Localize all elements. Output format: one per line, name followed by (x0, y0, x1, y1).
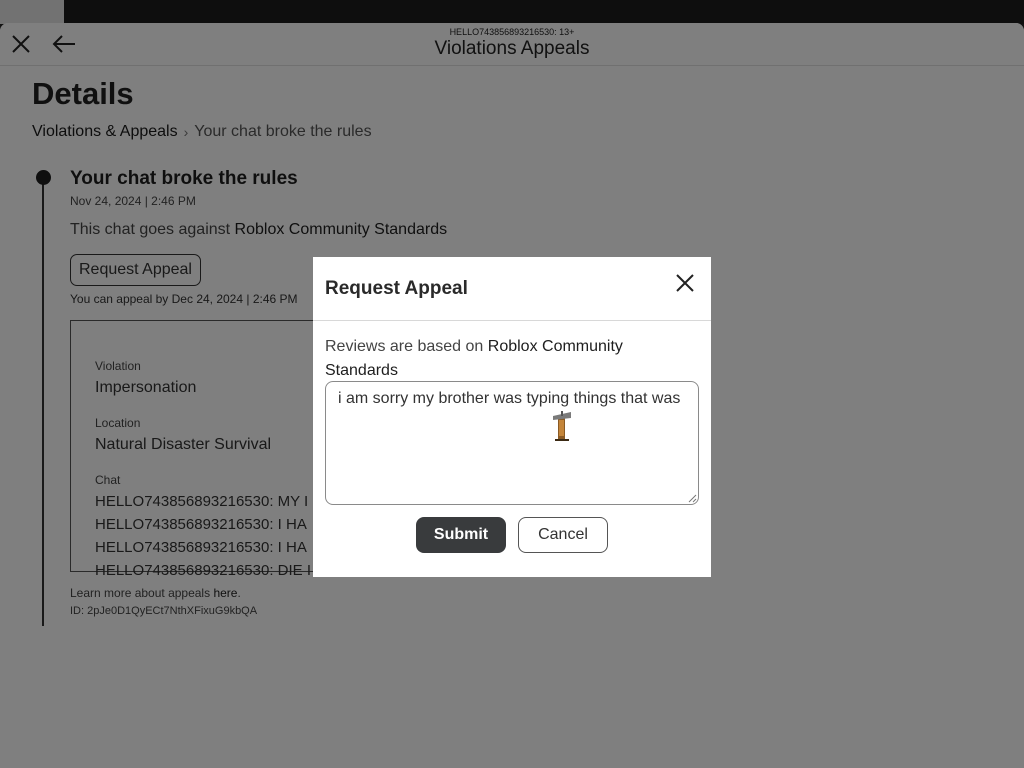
dialog-note: Reviews are based on Roblox Community St… (325, 335, 695, 383)
dialog-note-text: Reviews are based on (325, 338, 488, 355)
dialog-header: Request Appeal (313, 257, 711, 321)
appeal-textarea[interactable]: i am sorry my brother was typing things … (325, 381, 699, 505)
dialog-title: Request Appeal (325, 278, 468, 299)
request-appeal-dialog: Request Appeal Reviews are based on Robl… (313, 257, 711, 577)
mouse-cursor-icon (553, 411, 571, 441)
close-icon[interactable] (673, 271, 697, 295)
submit-button[interactable]: Submit (416, 517, 506, 553)
resize-handle-icon[interactable] (687, 493, 697, 503)
cancel-button[interactable]: Cancel (518, 517, 608, 553)
